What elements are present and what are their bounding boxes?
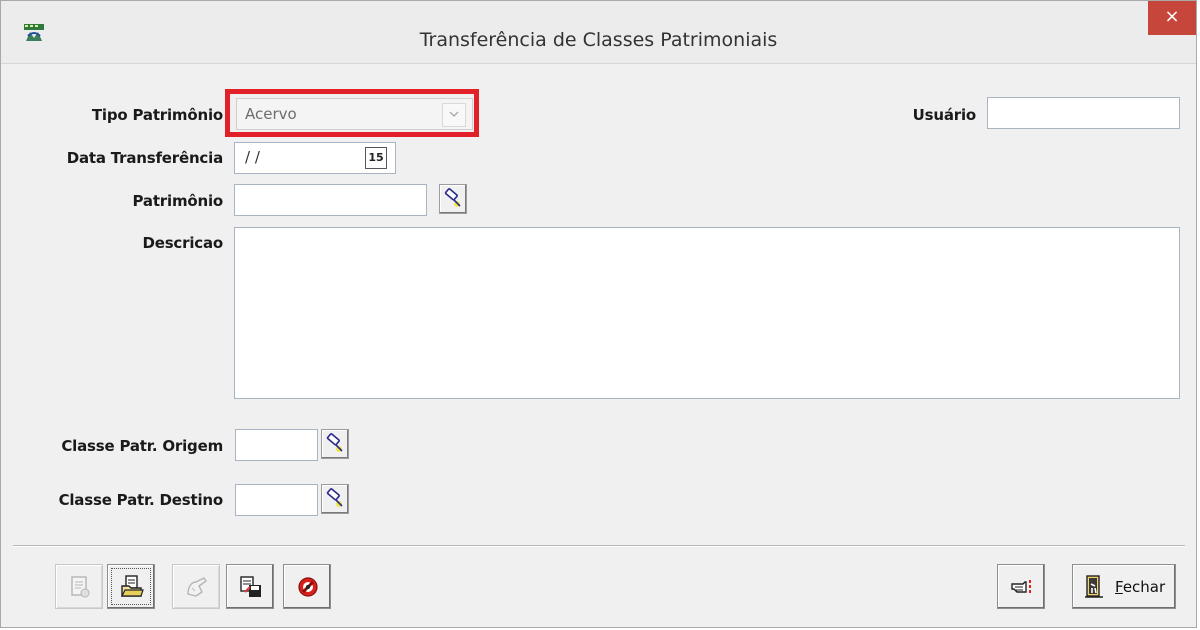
edit-hand-icon <box>187 577 207 597</box>
classe-origem-field[interactable] <box>235 429 318 461</box>
calendar-icon[interactable]: 15 <box>365 147 387 169</box>
main-window: Transferência de Classes Patrimoniais × … <box>0 0 1197 628</box>
tipo-patrimonio-label: Tipo Patrimônio <box>91 106 223 124</box>
usuario-field[interactable] <box>987 97 1180 129</box>
title-bar[interactable]: Transferência de Classes Patrimoniais × <box>1 1 1196 64</box>
fechar-label-rest: echar <box>1122 578 1166 596</box>
edit-button[interactable] <box>172 564 220 609</box>
folder-document-icon <box>121 575 144 597</box>
classe-destino-label: Classe Patr. Destino <box>58 491 224 509</box>
fechar-accesskey: F <box>1115 578 1123 596</box>
patrimonio-search-button[interactable] <box>439 184 467 214</box>
fechar-button[interactable]: Fechar <box>1072 564 1176 609</box>
fechar-label: Fechar <box>1115 578 1165 596</box>
flashlight-search-icon <box>326 488 343 507</box>
close-button[interactable]: × <box>1148 1 1196 35</box>
save-icon <box>240 576 261 597</box>
save-button[interactable] <box>226 564 274 609</box>
open-button[interactable] <box>107 564 155 609</box>
classe-destino-field[interactable] <box>235 484 318 516</box>
classe-destino-search-button[interactable] <box>321 484 349 514</box>
patrimonio-field[interactable] <box>234 184 427 216</box>
highlight-box <box>225 89 479 137</box>
cancel-icon <box>298 577 318 597</box>
descricao-label: Descricao <box>142 234 223 252</box>
new-document-icon <box>71 576 90 598</box>
pointing-hand-icon <box>1011 580 1031 593</box>
data-transferencia-value: / / <box>245 148 260 166</box>
confirm-button[interactable] <box>997 564 1045 609</box>
usuario-label: Usuário <box>912 106 977 124</box>
window-title: Transferência de Classes Patrimoniais <box>419 29 778 51</box>
flashlight-search-icon <box>326 433 343 452</box>
data-transferencia-label: Data Transferência <box>66 149 224 167</box>
descricao-textarea[interactable] <box>234 227 1180 399</box>
exit-door-icon <box>1085 575 1103 598</box>
classe-origem-search-button[interactable] <box>321 429 349 459</box>
classe-origem-label: Classe Patr. Origem <box>61 437 223 455</box>
patrimonio-label: Patrimônio <box>132 192 224 210</box>
cancel-button[interactable] <box>283 564 331 609</box>
flashlight-search-icon <box>444 188 461 207</box>
toolbar-separator <box>13 545 1185 547</box>
new-button[interactable] <box>55 564 103 609</box>
